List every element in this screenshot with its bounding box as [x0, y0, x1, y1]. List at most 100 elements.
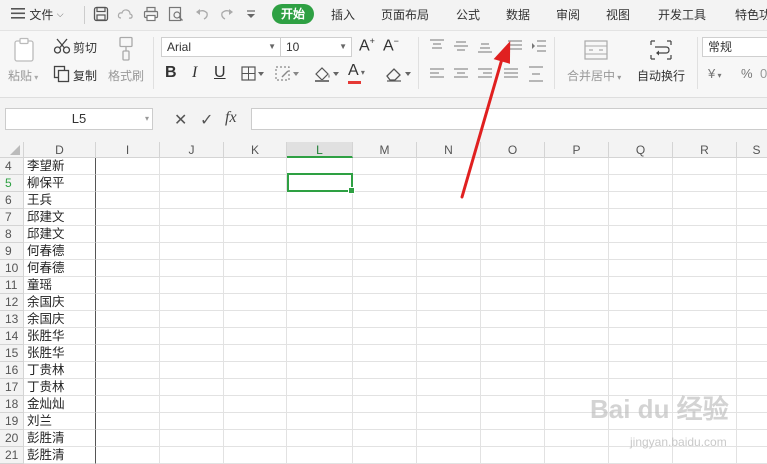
cell-empty[interactable] — [160, 209, 224, 226]
align-top-icon[interactable] — [429, 39, 445, 56]
bold-icon[interactable]: B — [165, 64, 177, 82]
cell-empty[interactable] — [481, 243, 545, 260]
cell-empty[interactable] — [481, 430, 545, 447]
cell-name[interactable]: 李望新 — [24, 158, 96, 175]
cell-empty[interactable] — [224, 260, 287, 277]
tab-formulas[interactable]: 公式 — [456, 6, 480, 23]
cell-empty[interactable] — [287, 396, 353, 413]
cell-empty[interactable] — [160, 328, 224, 345]
cell-empty[interactable] — [287, 379, 353, 396]
cell-empty[interactable] — [545, 226, 609, 243]
row-header[interactable]: 8 — [0, 226, 24, 243]
cell-empty[interactable] — [287, 192, 353, 209]
cell-empty[interactable] — [609, 277, 673, 294]
cell-empty[interactable] — [96, 447, 160, 464]
wrap-text-icon[interactable] — [649, 39, 673, 64]
cell-name[interactable]: 余国庆 — [24, 294, 96, 311]
cell-empty[interactable] — [673, 311, 737, 328]
cell-empty[interactable] — [609, 192, 673, 209]
name-box[interactable]: L5 ▾ — [5, 108, 153, 130]
cell-empty[interactable] — [96, 209, 160, 226]
wrap-text-button[interactable]: 自动换行 — [637, 67, 685, 84]
cell-empty[interactable] — [673, 447, 737, 464]
cell-empty[interactable] — [417, 379, 481, 396]
cell-empty[interactable] — [545, 158, 609, 175]
cell-empty[interactable] — [737, 413, 767, 430]
column-header-l[interactable]: L — [287, 142, 353, 158]
cell-empty[interactable] — [287, 243, 353, 260]
cell-name[interactable]: 何春德 — [24, 260, 96, 277]
increase-font-size-icon[interactable]: A+ — [359, 36, 375, 55]
column-header-m[interactable]: M — [353, 142, 417, 158]
cell-empty[interactable] — [224, 396, 287, 413]
cell-empty[interactable] — [673, 379, 737, 396]
cell-empty[interactable] — [737, 328, 767, 345]
cell-empty[interactable] — [96, 396, 160, 413]
percent-format-button[interactable]: % — [741, 66, 753, 81]
cell-empty[interactable] — [545, 311, 609, 328]
cell-empty[interactable] — [287, 209, 353, 226]
tab-developer[interactable]: 开发工具 — [658, 6, 706, 23]
cell-name[interactable]: 张胜华 — [24, 345, 96, 362]
cell-empty[interactable] — [353, 328, 417, 345]
cell-empty[interactable] — [609, 413, 673, 430]
cell-empty[interactable] — [96, 192, 160, 209]
row-header[interactable]: 16 — [0, 362, 24, 379]
cell-empty[interactable] — [160, 158, 224, 175]
cell-empty[interactable] — [545, 379, 609, 396]
cell-empty[interactable] — [353, 396, 417, 413]
cell-empty[interactable] — [417, 294, 481, 311]
cell-name[interactable]: 彭胜清 — [24, 430, 96, 447]
cell-empty[interactable] — [96, 311, 160, 328]
cell-empty[interactable] — [545, 260, 609, 277]
cell-name[interactable]: 王兵 — [24, 192, 96, 209]
undo-icon[interactable] — [194, 6, 210, 22]
cell-empty[interactable] — [609, 243, 673, 260]
cell-empty[interactable] — [609, 311, 673, 328]
cell-empty[interactable] — [417, 209, 481, 226]
cell-empty[interactable] — [417, 396, 481, 413]
cell-empty[interactable] — [673, 260, 737, 277]
cell-empty[interactable] — [737, 158, 767, 175]
cell-empty[interactable] — [224, 345, 287, 362]
cell-empty[interactable] — [417, 311, 481, 328]
cell-empty[interactable] — [545, 192, 609, 209]
cell-empty[interactable] — [737, 311, 767, 328]
border-icon[interactable] — [241, 66, 265, 85]
main-menu-button[interactable]: 文件 ⌵ — [10, 6, 64, 23]
column-header-d[interactable]: D — [24, 142, 96, 158]
cell-empty[interactable] — [96, 294, 160, 311]
row-header[interactable]: 13 — [0, 311, 24, 328]
cell-empty[interactable] — [353, 260, 417, 277]
cell-empty[interactable] — [224, 311, 287, 328]
cell-empty[interactable] — [737, 192, 767, 209]
cell-empty[interactable] — [160, 379, 224, 396]
cell-empty[interactable] — [287, 345, 353, 362]
tab-view[interactable]: 视图 — [606, 6, 630, 23]
active-cell-L5[interactable] — [287, 173, 355, 194]
row-header[interactable]: 7 — [0, 209, 24, 226]
cell-empty[interactable] — [224, 243, 287, 260]
format-painter-icon[interactable] — [116, 36, 136, 65]
cell-empty[interactable] — [353, 362, 417, 379]
cell-empty[interactable] — [737, 362, 767, 379]
print-icon[interactable] — [143, 6, 159, 22]
cell-empty[interactable] — [737, 294, 767, 311]
currency-format-button[interactable]: ¥ ▾ — [708, 66, 721, 81]
row-header[interactable]: 12 — [0, 294, 24, 311]
tab-review[interactable]: 审阅 — [556, 6, 580, 23]
copy-icon[interactable] — [53, 65, 71, 86]
cell-empty[interactable] — [545, 362, 609, 379]
cell-empty[interactable] — [224, 294, 287, 311]
column-header-j[interactable]: J — [160, 142, 224, 158]
cell-empty[interactable] — [673, 192, 737, 209]
cell-empty[interactable] — [160, 175, 224, 192]
cell-name[interactable]: 丁贵林 — [24, 379, 96, 396]
cell-empty[interactable] — [224, 209, 287, 226]
row-header[interactable]: 21 — [0, 447, 24, 464]
cell-empty[interactable] — [96, 362, 160, 379]
cell-empty[interactable] — [481, 345, 545, 362]
row-header[interactable]: 14 — [0, 328, 24, 345]
cell-empty[interactable] — [353, 243, 417, 260]
row-header[interactable]: 20 — [0, 430, 24, 447]
